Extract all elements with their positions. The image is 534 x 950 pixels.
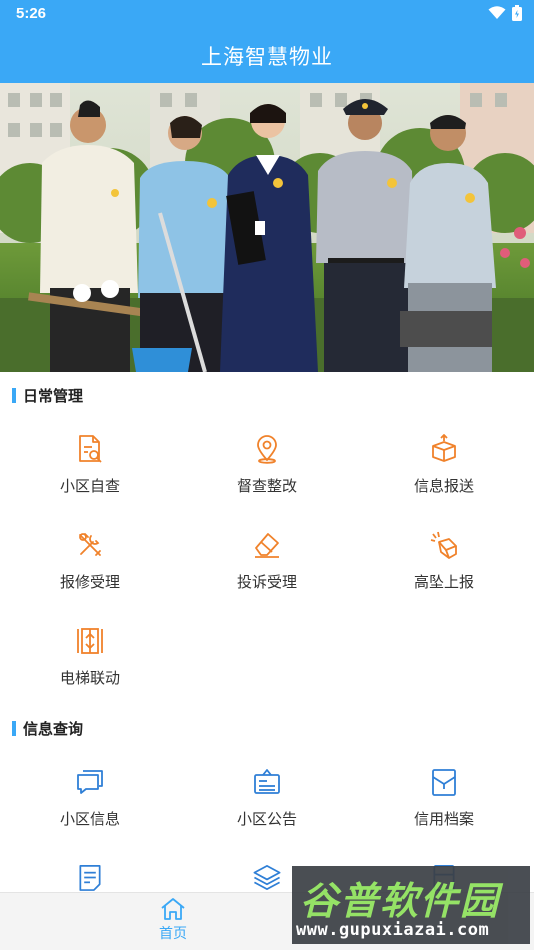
status-bar: 5:26 [0,0,534,27]
menu-item-label: 信息报送 [413,478,474,495]
menu-item-label: 小区信息 [59,811,120,828]
banner-image [0,83,534,372]
section-accent-bar [12,388,16,403]
page-title: 上海智慧物业 [201,45,333,69]
section-daily-management-title: 日常管理 [12,385,83,406]
menu-item-complaint-acceptance[interactable]: 投诉受理 [178,516,356,606]
section-title-text: 日常管理 [23,388,84,405]
battery-icon [512,5,522,21]
menu-item-label: 小区自查 [59,478,120,495]
eraser-icon [255,533,279,558]
menu-item-label: 电梯联动 [59,670,120,687]
menu-item-label: 高坠上报 [413,574,474,591]
nav-home-tab[interactable]: 首页 [143,897,203,947]
wifi-icon [488,6,506,19]
section-accent-bar [12,721,16,736]
app-bar: 上海智慧物业 [0,27,534,83]
menu-item-community-self-check[interactable]: 小区自查 [1,420,179,510]
menu-item-label: 信用档案 [413,811,474,828]
document-list-icon [79,865,101,891]
location-pin-icon [257,435,277,464]
menu-item-elevator-linkage[interactable]: 电梯联动 [1,612,179,702]
watermark-brand: 谷普软件园 [300,879,501,923]
tools-icon [79,533,101,556]
menu-item-inspection-rectification[interactable]: 督查整改 [178,420,356,510]
section-info-query-title: 信息查询 [12,718,83,739]
menu-item-repair-acceptance[interactable]: 报修受理 [1,516,179,606]
watermark-url: www.gupuxiazai.com [296,920,490,940]
menu-item-credit-archive[interactable]: 信用档案 [355,753,533,843]
status-time: 5:26 [16,5,47,22]
menu-item-community-notice[interactable]: 小区公告 [178,753,356,843]
notice-board-icon [254,769,280,794]
menu-item-label: 报修受理 [59,574,120,591]
menu-item-label: 小区公告 [236,811,297,828]
watermark: 谷普软件园 www.gupuxiazai.com [292,866,530,944]
status-icons [488,5,522,21]
chat-bubbles-icon [77,770,103,794]
falling-box-icon [430,531,457,559]
nav-home-label: 首页 [159,925,187,941]
menu-item-label: 督查整改 [236,478,297,495]
menu-item-community-info[interactable]: 小区信息 [1,753,179,843]
box-upload-icon [432,434,456,462]
section-title-text: 信息查询 [23,721,84,738]
layers-icon [253,865,281,890]
menu-item-fall-report[interactable]: 高坠上报 [355,516,533,606]
elevator-icon [77,628,103,654]
archive-folder-icon [432,769,456,796]
document-search-icon [79,435,102,463]
menu-item-info-submission[interactable]: 信息报送 [355,420,533,510]
menu-item-label: 投诉受理 [236,574,297,591]
home-icon [161,898,185,920]
menu-item-partial-1[interactable] [1,849,179,892]
